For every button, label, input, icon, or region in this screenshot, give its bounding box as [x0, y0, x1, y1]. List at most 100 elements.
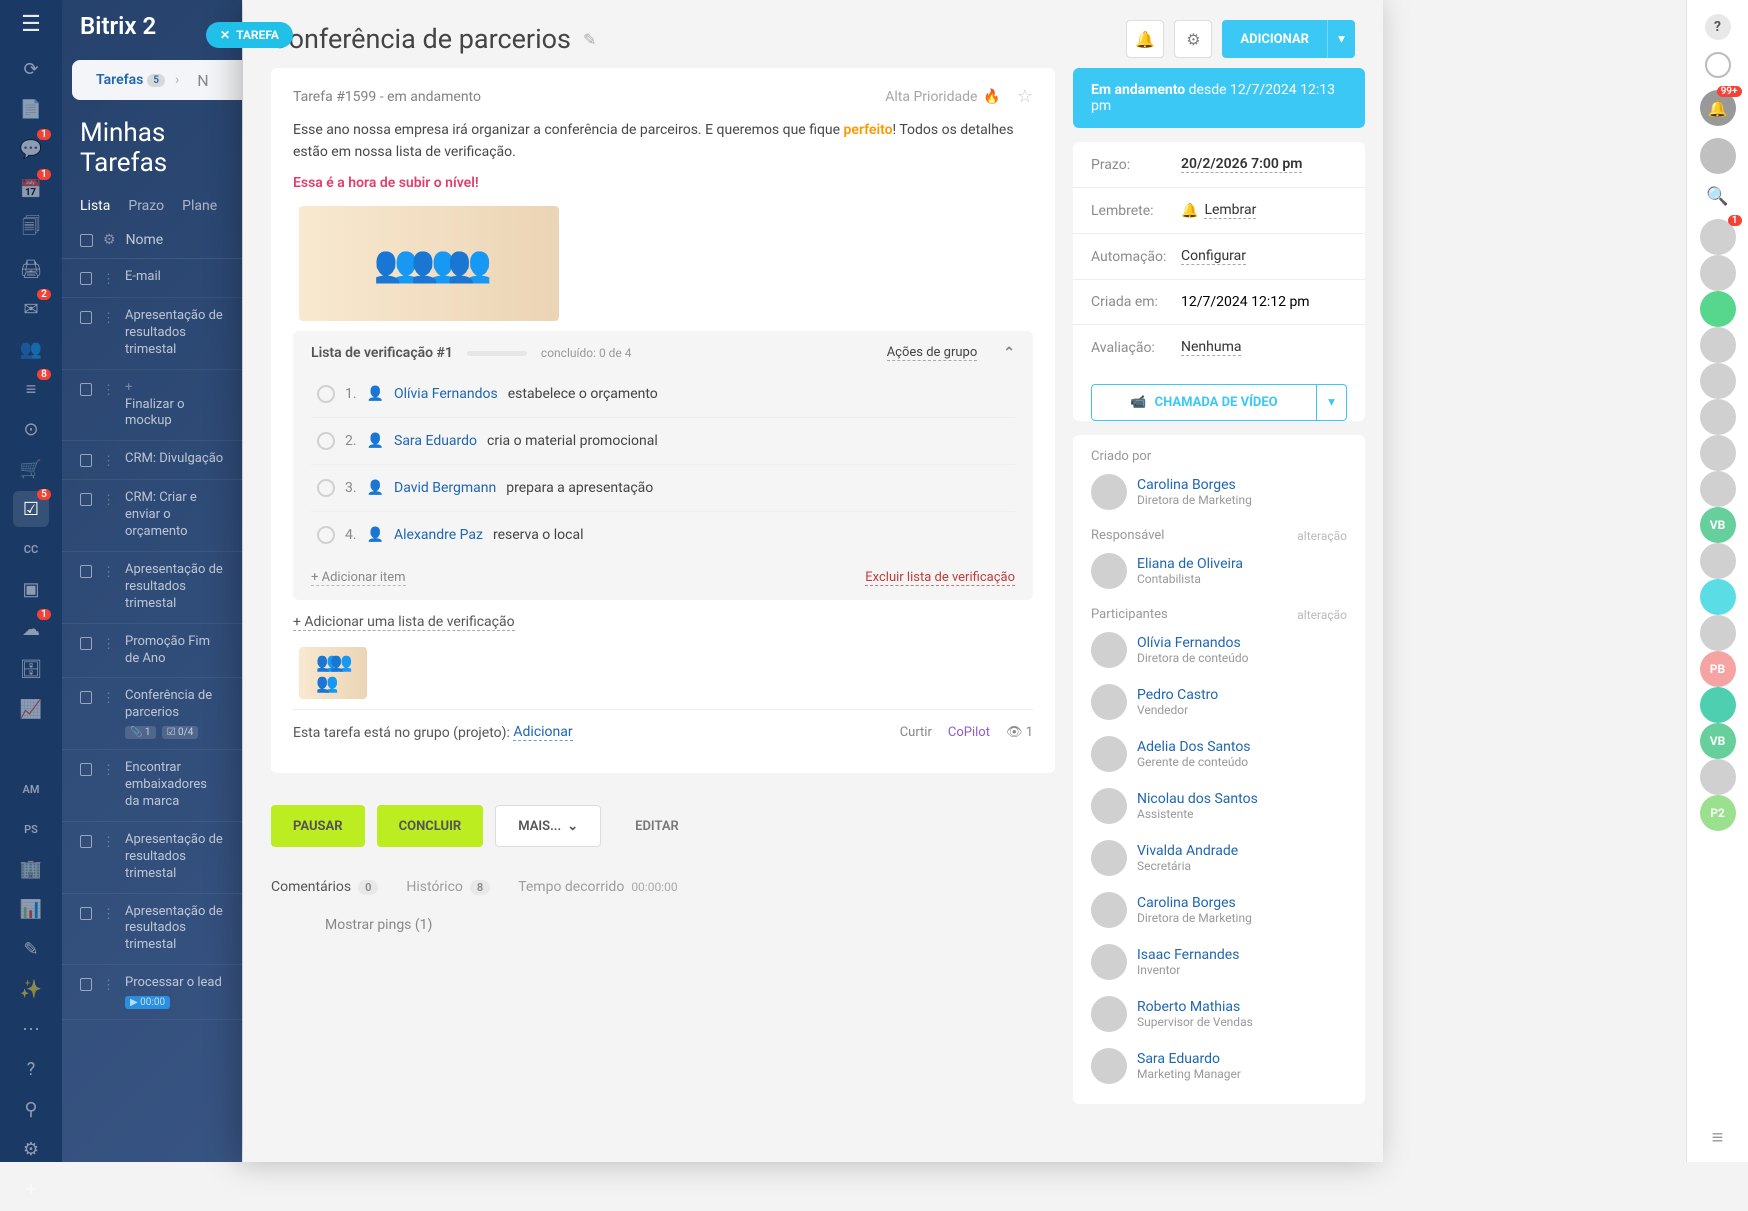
nav-item[interactable]: 🖨: [13, 251, 49, 287]
drag-handle-icon[interactable]: ⋮: [102, 272, 115, 287]
nav-item[interactable]: ?: [13, 1051, 49, 1087]
close-task-chip[interactable]: ✕ TAREFA: [206, 22, 293, 48]
participant[interactable]: Pedro CastroVendedor: [1091, 674, 1347, 726]
checkbox[interactable]: [80, 835, 92, 848]
participant[interactable]: Carolina BorgesDiretora de Marketing: [1091, 882, 1347, 934]
checkbox[interactable]: [80, 637, 92, 650]
chevron-up-icon[interactable]: ⌃: [1003, 345, 1015, 361]
edit-title-icon[interactable]: ✎: [583, 30, 596, 49]
nav-item[interactable]: ▣: [13, 571, 49, 607]
nav-item[interactable]: 📊: [13, 891, 49, 927]
checkbox[interactable]: [80, 493, 92, 506]
v-prazo[interactable]: 20/2/2026 7:00 pm: [1181, 156, 1302, 173]
delete-checklist[interactable]: Excluir lista de verificação: [865, 570, 1015, 586]
drag-handle-icon[interactable]: ⋮: [102, 691, 115, 706]
drag-handle-icon[interactable]: ⋮: [102, 454, 115, 469]
rail-avatar[interactable]: VB: [1700, 507, 1736, 543]
drag-handle-icon[interactable]: ⋮: [102, 637, 115, 652]
list-item[interactable]: ⋮Apresentação de resultados trimestal: [62, 894, 242, 966]
change-resp[interactable]: alteração: [1297, 529, 1347, 543]
list-item[interactable]: ⋮CRM: Divulgação: [62, 441, 242, 480]
nav-item[interactable]: ≡8: [13, 371, 49, 407]
drag-handle-icon[interactable]: ⋮: [102, 383, 115, 398]
nav-item[interactable]: ⋯: [13, 1011, 49, 1047]
list-item[interactable]: ⋮Encontrar embaixadores da marca: [62, 750, 242, 822]
nav-item[interactable]: ✨: [13, 971, 49, 1007]
v-lembrete[interactable]: Lembrar: [1204, 202, 1256, 219]
nav-item[interactable]: ✎: [13, 931, 49, 967]
subtab-prazo[interactable]: Prazo: [128, 198, 164, 214]
checkbox[interactable]: [80, 978, 92, 991]
radio[interactable]: [317, 526, 335, 544]
checklist-item[interactable]: 4.👤Alexandre Paz reserva o local: [311, 511, 1015, 558]
tab-tarefas[interactable]: Tarefas 5 ›: [84, 62, 191, 98]
drag-handle-icon[interactable]: ⋮: [102, 763, 115, 778]
checkbox[interactable]: [80, 763, 92, 776]
subtab-lista[interactable]: Lista: [80, 198, 110, 214]
subtab-plane[interactable]: Plane: [182, 198, 217, 214]
rail-avatar[interactable]: [1700, 543, 1736, 579]
drag-handle-icon[interactable]: ⋮: [102, 978, 115, 993]
participant[interactable]: Vivalda AndradeSecretária: [1091, 830, 1347, 882]
checkbox[interactable]: [80, 311, 92, 324]
menu-icon[interactable]: ≡: [1712, 1125, 1724, 1150]
rail-avatar[interactable]: [1700, 471, 1736, 507]
tab-time[interactable]: Tempo decorrido00:00:00: [518, 879, 677, 895]
rail-avatar[interactable]: [1700, 399, 1736, 435]
rail-avatar[interactable]: [1700, 435, 1736, 471]
nav-item[interactable]: 🛒: [13, 451, 49, 487]
nav-item[interactable]: 🏢: [13, 851, 49, 887]
star-icon[interactable]: ☆: [1017, 86, 1033, 107]
bell-button[interactable]: 🔔: [1126, 20, 1164, 58]
nav-item[interactable]: ✉2: [13, 291, 49, 327]
add-checklist[interactable]: + Adicionar uma lista de verificação: [293, 614, 515, 631]
list-item[interactable]: ⋮+Finalizar o mockup: [62, 370, 242, 442]
search-icon[interactable]: 🔍: [1706, 186, 1728, 207]
item-person[interactable]: Alexandre Paz: [394, 527, 483, 543]
drag-handle-icon[interactable]: ⋮: [102, 311, 115, 326]
participant[interactable]: Olívia FernandosDiretora de conteúdo: [1091, 622, 1347, 674]
rail-avatar[interactable]: PB: [1700, 651, 1736, 687]
nav-item[interactable]: PS: [13, 811, 49, 847]
v-avaliacao[interactable]: Nenhuma: [1181, 339, 1241, 356]
nav-item[interactable]: ☑5: [13, 491, 49, 527]
add-item[interactable]: + Adicionar item: [311, 570, 406, 586]
nav-item[interactable]: 📄: [13, 91, 49, 127]
add-button[interactable]: ADICIONAR: [1222, 20, 1327, 58]
add-to-group[interactable]: Adicionar: [513, 724, 572, 741]
help-icon[interactable]: ?: [1705, 14, 1731, 40]
list-item[interactable]: ⋮CRM: Criar e enviar o orçamento: [62, 480, 242, 552]
list-item[interactable]: ⋮Processar o lead▶ 00:00: [62, 965, 242, 1020]
drag-handle-icon[interactable]: ⋮: [102, 907, 115, 922]
checkbox[interactable]: [80, 907, 92, 920]
item-person[interactable]: David Bergmann: [394, 480, 496, 496]
video-call-dropdown[interactable]: ▾: [1317, 384, 1347, 421]
checkbox[interactable]: [80, 383, 92, 396]
checkbox[interactable]: [80, 272, 92, 285]
item-person[interactable]: Olívia Fernandos: [394, 386, 498, 402]
list-item[interactable]: ⋮Apresentação de resultados trimestal: [62, 298, 242, 370]
nav-item[interactable]: ☁1: [13, 611, 49, 647]
checkbox[interactable]: [80, 454, 92, 467]
list-item[interactable]: ⋮Conferência de parcerios📎 1☑ 0/4: [62, 678, 242, 750]
item-person[interactable]: Sara Eduardo: [394, 433, 477, 449]
more-button[interactable]: MAIS... ⌄: [495, 805, 601, 847]
nav-item[interactable]: AM: [13, 771, 49, 807]
participant[interactable]: Nicolau dos SantosAssistente: [1091, 778, 1347, 830]
drag-handle-icon[interactable]: ⋮: [102, 565, 115, 580]
rail-avatar[interactable]: 1: [1700, 219, 1736, 255]
tab-comments[interactable]: Comentários0: [271, 879, 378, 895]
change-part[interactable]: alteração: [1297, 608, 1347, 622]
nav-item[interactable]: 📈: [13, 691, 49, 727]
rail-avatar[interactable]: [1700, 138, 1736, 174]
rail-avatar[interactable]: [1700, 687, 1736, 723]
nav-item[interactable]: ⊙: [13, 411, 49, 447]
rail-avatar[interactable]: [1700, 615, 1736, 651]
nav-item[interactable]: 🗄: [13, 651, 49, 687]
rail-avatar[interactable]: [1700, 363, 1736, 399]
like-button[interactable]: Curtir: [900, 725, 932, 740]
checkbox[interactable]: [80, 691, 92, 704]
drag-handle-icon[interactable]: ⋮: [102, 835, 115, 850]
list-item[interactable]: ⋮Promoção Fim de Ano: [62, 624, 242, 679]
checklist-item[interactable]: 1.👤Olívia Fernandos estabelece o orçamen…: [311, 371, 1015, 417]
